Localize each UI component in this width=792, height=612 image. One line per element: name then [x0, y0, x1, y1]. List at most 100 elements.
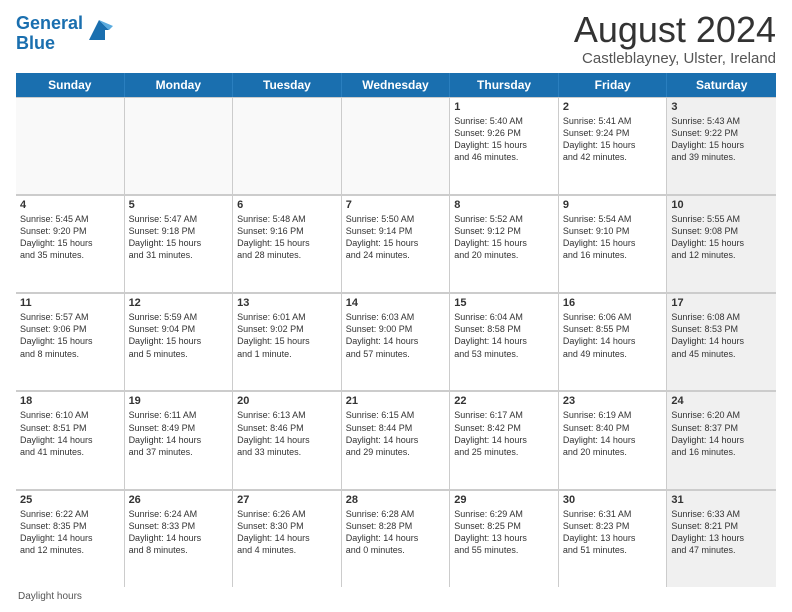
calendar-week-4: 25 Sunrise: 6:22 AM Sunset: 8:35 PM Dayli… [16, 490, 776, 587]
day-info: Sunrise: 6:24 AM Sunset: 8:33 PM Dayligh… [129, 508, 229, 557]
day-cell-19: 19 Sunrise: 6:11 AM Sunset: 8:49 PM Dayli… [125, 391, 234, 488]
day-info: Sunrise: 5:54 AM Sunset: 9:10 PM Dayligh… [563, 213, 663, 262]
day-number: 2 [563, 101, 663, 113]
day-info: Sunrise: 5:59 AM Sunset: 9:04 PM Dayligh… [129, 311, 229, 360]
day-number: 15 [454, 297, 554, 309]
day-cell-17: 17Sunrise: 6:08 AM Sunset: 8:53 PM Dayli… [667, 293, 776, 390]
day-info: Sunrise: 5:57 AM Sunset: 9:06 PM Dayligh… [20, 311, 120, 360]
day-number: 6 [237, 199, 337, 211]
logo: GeneralBlue [16, 10, 113, 54]
day-info: Sunrise: 6:03 AM Sunset: 9:00 PM Dayligh… [346, 311, 446, 360]
month-title: August 2024 [574, 10, 776, 50]
empty-cell [125, 97, 234, 194]
day-number: 11 [20, 297, 120, 309]
header-thursday: Thursday [450, 73, 559, 97]
day-number: 13 [237, 297, 337, 309]
empty-cell [342, 97, 451, 194]
day-info: Sunrise: 6:11 AM Sunset: 8:49 PM Dayligh… [129, 409, 229, 458]
day-cell-14: 14Sunrise: 6:03 AM Sunset: 9:00 PM Dayli… [342, 293, 451, 390]
day-cell-12: 12 Sunrise: 5:59 AM Sunset: 9:04 PM Dayli… [125, 293, 234, 390]
day-cell-15: 15 Sunrise: 6:04 AM Sunset: 8:58 PM Dayli… [450, 293, 559, 390]
day-cell-16: 16 Sunrise: 6:06 AM Sunset: 8:55 PM Dayli… [559, 293, 668, 390]
day-cell-29: 29 Sunrise: 6:29 AM Sunset: 8:25 PM Dayli… [450, 490, 559, 587]
day-cell-6: 6 Sunrise: 5:48 AM Sunset: 9:16 PM Daylig… [233, 195, 342, 292]
day-number: 10 [671, 199, 772, 211]
day-number: 9 [563, 199, 663, 211]
day-info: Sunrise: 5:48 AM Sunset: 9:16 PM Dayligh… [237, 213, 337, 262]
logo-icon [85, 16, 113, 44]
day-info: Sunrise: 5:52 AM Sunset: 9:12 PM Dayligh… [454, 213, 554, 262]
day-info: Sunrise: 6:06 AM Sunset: 8:55 PM Dayligh… [563, 311, 663, 360]
calendar-week-0: 1 Sunrise: 5:40 AM Sunset: 9:26 PM Daylig… [16, 97, 776, 195]
calendar-week-2: 11 Sunrise: 5:57 AM Sunset: 9:06 PM Dayli… [16, 293, 776, 391]
calendar-week-1: 4 Sunrise: 5:45 AM Sunset: 9:20 PM Daylig… [16, 195, 776, 293]
day-number: 5 [129, 199, 229, 211]
day-info: Sunrise: 6:22 AM Sunset: 8:35 PM Dayligh… [20, 508, 120, 557]
day-info: Sunrise: 6:19 AM Sunset: 8:40 PM Dayligh… [563, 409, 663, 458]
header-sunday: Sunday [16, 73, 125, 97]
day-info: Sunrise: 6:13 AM Sunset: 8:46 PM Dayligh… [237, 409, 337, 458]
header-tuesday: Tuesday [233, 73, 342, 97]
day-number: 26 [129, 494, 229, 506]
day-number: 4 [20, 199, 120, 211]
day-cell-23: 23 Sunrise: 6:19 AM Sunset: 8:40 PM Dayli… [559, 391, 668, 488]
day-number: 8 [454, 199, 554, 211]
day-number: 20 [237, 395, 337, 407]
day-info: Sunrise: 6:15 AM Sunset: 8:44 PM Dayligh… [346, 409, 446, 458]
day-cell-26: 26 Sunrise: 6:24 AM Sunset: 8:33 PM Dayli… [125, 490, 234, 587]
calendar: Sunday Monday Tuesday Wednesday Thursday… [16, 73, 776, 587]
day-info: Sunrise: 5:47 AM Sunset: 9:18 PM Dayligh… [129, 213, 229, 262]
empty-cell [16, 97, 125, 194]
day-cell-4: 4 Sunrise: 5:45 AM Sunset: 9:20 PM Daylig… [16, 195, 125, 292]
day-number: 31 [671, 494, 772, 506]
day-number: 28 [346, 494, 446, 506]
title-block: August 2024 Castleblayney, Ulster, Irela… [574, 10, 776, 67]
calendar-body: 1 Sunrise: 5:40 AM Sunset: 9:26 PM Daylig… [16, 97, 776, 587]
day-cell-7: 7Sunrise: 5:50 AM Sunset: 9:14 PM Daylig… [342, 195, 451, 292]
day-cell-3: 3Sunrise: 5:43 AM Sunset: 9:22 PM Daylig… [667, 97, 776, 194]
day-number: 18 [20, 395, 120, 407]
day-number: 25 [20, 494, 120, 506]
day-cell-20: 20 Sunrise: 6:13 AM Sunset: 8:46 PM Dayli… [233, 391, 342, 488]
calendar-week-3: 18Sunrise: 6:10 AM Sunset: 8:51 PM Dayli… [16, 391, 776, 489]
day-info: Sunrise: 6:28 AM Sunset: 8:28 PM Dayligh… [346, 508, 446, 557]
day-info: Sunrise: 6:17 AM Sunset: 8:42 PM Dayligh… [454, 409, 554, 458]
day-number: 22 [454, 395, 554, 407]
day-cell-30: 30Sunrise: 6:31 AM Sunset: 8:23 PM Dayli… [559, 490, 668, 587]
day-info: Sunrise: 5:40 AM Sunset: 9:26 PM Dayligh… [454, 115, 554, 164]
day-cell-24: 24Sunrise: 6:20 AM Sunset: 8:37 PM Dayli… [667, 391, 776, 488]
day-cell-5: 5 Sunrise: 5:47 AM Sunset: 9:18 PM Daylig… [125, 195, 234, 292]
day-number: 12 [129, 297, 229, 309]
empty-cell [233, 97, 342, 194]
day-cell-18: 18Sunrise: 6:10 AM Sunset: 8:51 PM Dayli… [16, 391, 125, 488]
location: Castleblayney, Ulster, Ireland [574, 50, 776, 67]
day-info: Sunrise: 6:29 AM Sunset: 8:25 PM Dayligh… [454, 508, 554, 557]
day-info: Sunrise: 5:45 AM Sunset: 9:20 PM Dayligh… [20, 213, 120, 262]
day-cell-21: 21 Sunrise: 6:15 AM Sunset: 8:44 PM Dayli… [342, 391, 451, 488]
day-number: 16 [563, 297, 663, 309]
day-number: 21 [346, 395, 446, 407]
page: GeneralBlue August 2024 Castleblayney, U… [0, 0, 792, 612]
day-info: Sunrise: 6:01 AM Sunset: 9:02 PM Dayligh… [237, 311, 337, 360]
day-number: 27 [237, 494, 337, 506]
day-cell-1: 1 Sunrise: 5:40 AM Sunset: 9:26 PM Daylig… [450, 97, 559, 194]
day-number: 7 [346, 199, 446, 211]
day-number: 19 [129, 395, 229, 407]
header-monday: Monday [125, 73, 234, 97]
day-cell-31: 31Sunrise: 6:33 AM Sunset: 8:21 PM Dayli… [667, 490, 776, 587]
day-cell-9: 9 Sunrise: 5:54 AM Sunset: 9:10 PM Daylig… [559, 195, 668, 292]
calendar-header: Sunday Monday Tuesday Wednesday Thursday… [16, 73, 776, 97]
day-info: Sunrise: 6:04 AM Sunset: 8:58 PM Dayligh… [454, 311, 554, 360]
header-saturday: Saturday [667, 73, 776, 97]
day-number: 1 [454, 101, 554, 113]
day-info: Sunrise: 6:31 AM Sunset: 8:23 PM Dayligh… [563, 508, 663, 557]
day-number: 24 [671, 395, 772, 407]
day-number: 29 [454, 494, 554, 506]
footer-note: Daylight hours [16, 591, 776, 602]
day-info: Sunrise: 6:08 AM Sunset: 8:53 PM Dayligh… [671, 311, 772, 360]
day-cell-22: 22 Sunrise: 6:17 AM Sunset: 8:42 PM Dayli… [450, 391, 559, 488]
day-number: 3 [671, 101, 772, 113]
day-cell-10: 10Sunrise: 5:55 AM Sunset: 9:08 PM Dayli… [667, 195, 776, 292]
day-number: 23 [563, 395, 663, 407]
day-cell-28: 28 Sunrise: 6:28 AM Sunset: 8:28 PM Dayli… [342, 490, 451, 587]
